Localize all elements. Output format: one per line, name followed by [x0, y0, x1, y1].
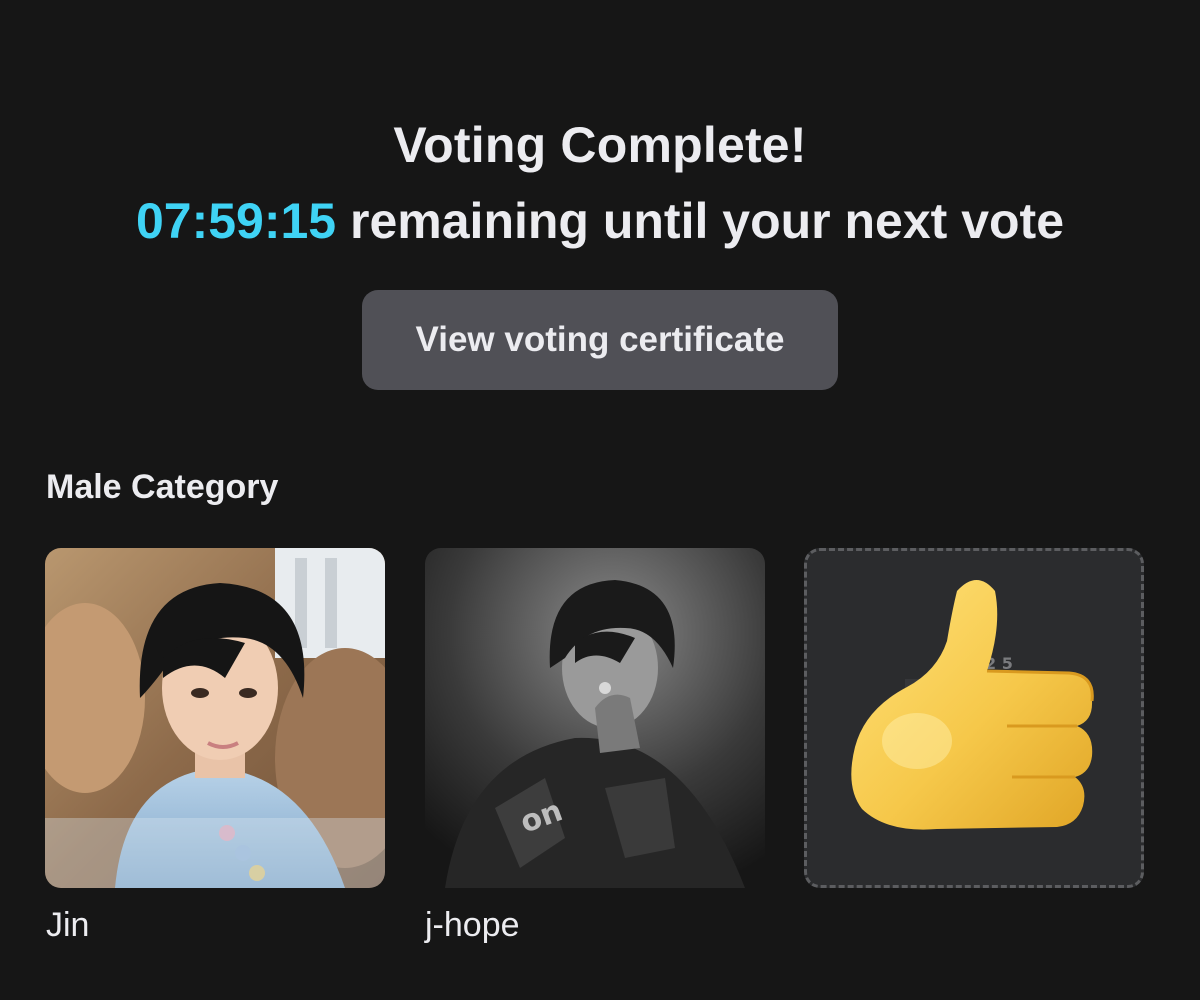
- countdown-timer: 07:59:15: [135, 193, 337, 249]
- candidate-photo-jhope: on: [425, 548, 765, 888]
- candidate-photo-jin: [45, 548, 385, 888]
- view-certificate-label: View voting certificate: [415, 320, 785, 359]
- page-title: Voting Complete!: [393, 117, 807, 173]
- candidate-card-jhope[interactable]: on: [425, 548, 765, 888]
- candidate-name-jin: Jin: [46, 906, 90, 944]
- thumbs-up-icon: 2 5: [851, 580, 1094, 830]
- category-title: Male Category: [46, 468, 279, 506]
- voting-result-screen: Voting Complete! 07:59:15 remaining unti…: [0, 0, 1200, 1000]
- candidate-card-jin[interactable]: [45, 548, 385, 888]
- view-certificate-button[interactable]: View voting certificate: [362, 290, 838, 390]
- countdown-text: 07:59:15 remaining until your next vote: [0, 186, 1200, 256]
- candidate-name-jhope: j-hope: [425, 906, 520, 944]
- countdown-suffix: remaining until your next vote: [336, 193, 1065, 249]
- empty-candidate-slot[interactable]: 2 5: [804, 548, 1144, 888]
